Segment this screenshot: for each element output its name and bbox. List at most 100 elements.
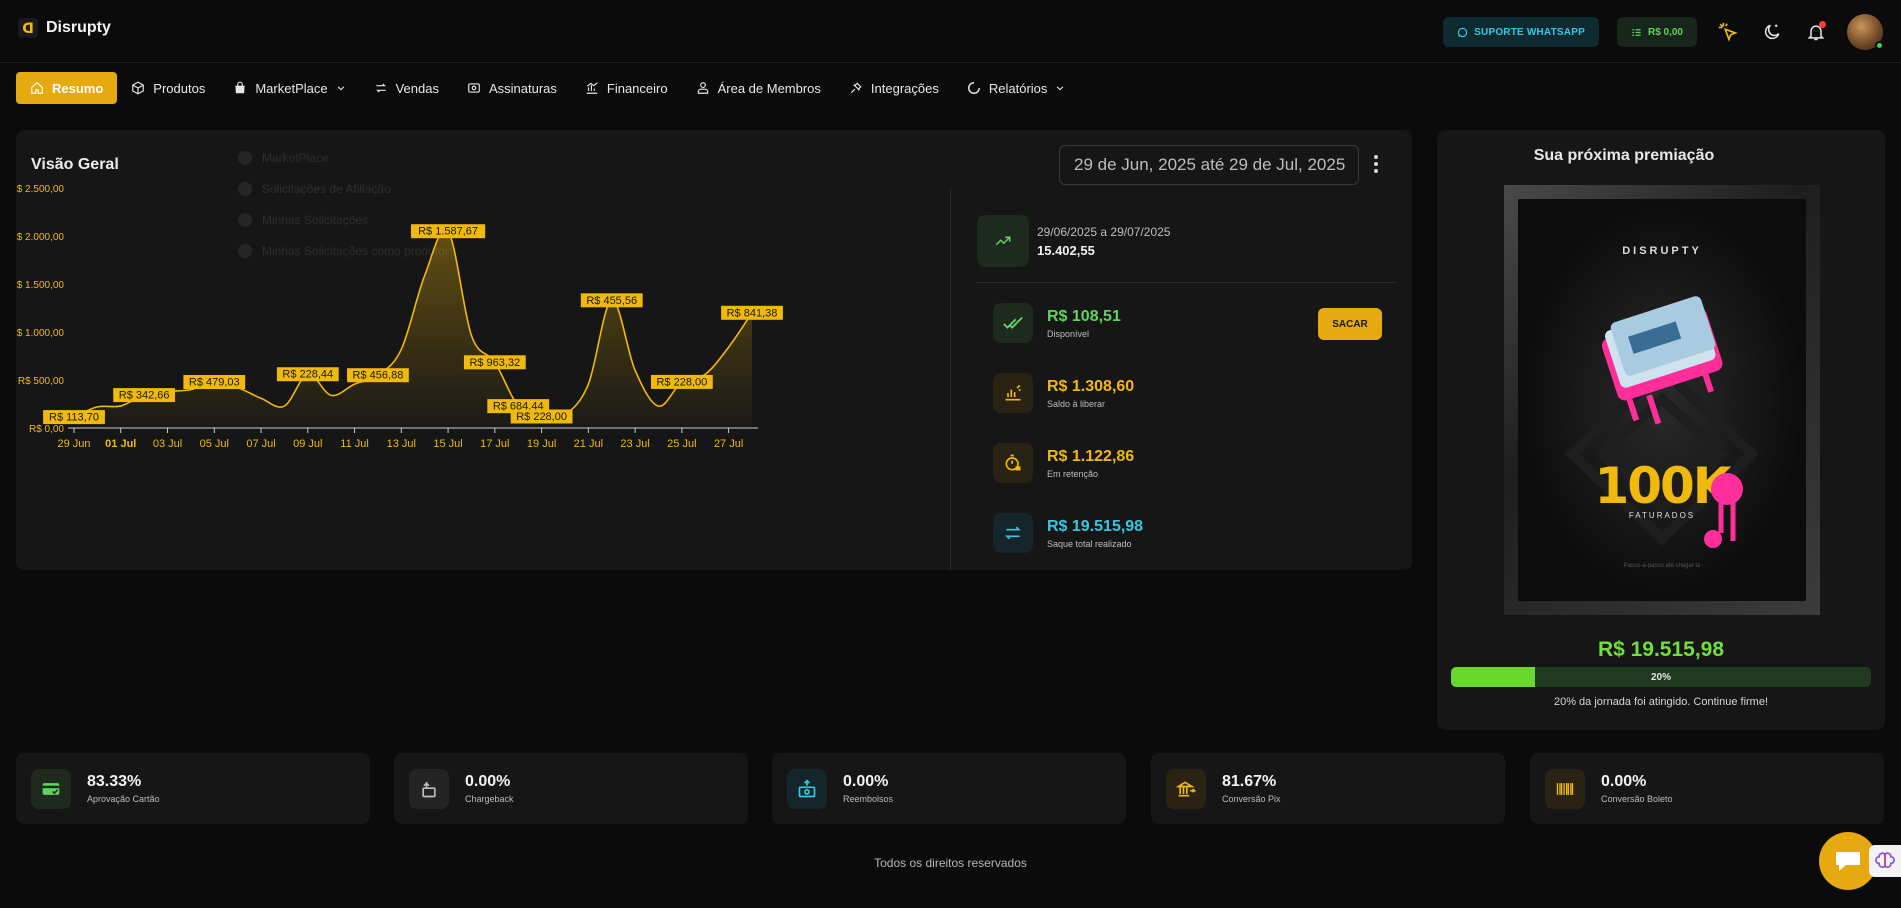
finance-label: Saldo à liberar — [1047, 398, 1106, 409]
metric-value: 83.33% — [87, 773, 142, 790]
finance-to-release: R$ 1.308,60 Saldo à liberar — [993, 373, 1134, 413]
period-total: 15.402,55 — [1037, 242, 1095, 258]
nav-label: Área de Membros — [717, 80, 821, 96]
nav-marketplace[interactable]: MarketPlace — [219, 72, 359, 104]
y-tick-label: R$ 2.000,00 — [16, 232, 64, 243]
plug-icon — [850, 82, 862, 94]
x-tick-label: 03 Jul — [153, 438, 182, 450]
award-plaque-inner: DISRUPTY 100K FATURADOS Passo-a-passo at… — [1518, 199, 1806, 601]
metric-value: 0.00% — [465, 773, 511, 790]
overview-card: Visão Geral MarketPlace Solicitações de … — [16, 130, 1412, 570]
trend-up-icon — [995, 236, 1011, 246]
timer-lock-icon — [993, 443, 1033, 483]
footer-copyright: Todos os direitos reservados — [874, 856, 1027, 870]
award-title: Sua próxima premiação — [1533, 147, 1715, 164]
click-effects-button[interactable] — [1715, 19, 1741, 45]
nav-produtos[interactable]: Produtos — [117, 72, 219, 104]
metric-label: Conversão Pix — [1222, 794, 1281, 804]
nav-relatorios[interactable]: Relatórios — [953, 72, 1080, 104]
report-circle-icon — [967, 82, 980, 94]
theme-toggle-button[interactable] — [1759, 19, 1785, 45]
data-label: R$ 113,70 — [49, 412, 99, 424]
double-check-icon — [993, 303, 1033, 343]
period-summary: 29/06/2025 a 29/07/2025 15.402,55 — [977, 215, 1170, 267]
data-label: R$ 456,88 — [353, 370, 404, 382]
nav-label: Assinaturas — [488, 80, 557, 96]
x-tick-label: 29 Jun — [57, 438, 90, 450]
nav-area-de-membros[interactable]: Área de Membros — [682, 72, 835, 104]
hand-coins-icon — [993, 373, 1033, 413]
x-tick-label: 05 Jul — [200, 438, 229, 450]
data-label: R$ 228,00 — [516, 411, 567, 423]
finance-label: Saque total realizado — [1047, 538, 1132, 549]
next-award-card: Sua próxima premiação DISRUPTY 100K FATU… — [1437, 130, 1885, 730]
award-subheadline: FATURADOS — [1628, 511, 1696, 520]
finance-label: Em retenção — [1047, 468, 1099, 479]
award-note: 20% da jornada foi atingido. Continue fi… — [1553, 696, 1769, 708]
barcode-icon — [1545, 768, 1585, 809]
nav-assinaturas[interactable]: Assinaturas — [453, 72, 571, 104]
notification-dot — [1819, 21, 1826, 28]
main-nav: Resumo Produtos MarketPlace Vendas Assin… — [16, 72, 1079, 104]
data-label: R$ 1.587,67 — [418, 226, 478, 238]
finance-value: R$ 19.515,98 — [1047, 517, 1144, 535]
award-progress-bar: 20% — [1451, 667, 1871, 687]
finance-value: R$ 1.122,86 — [1047, 447, 1135, 465]
chat-bubble-icon — [1836, 852, 1860, 871]
credit-card-check-icon — [31, 768, 71, 809]
progress-label: 20% — [1650, 671, 1671, 683]
brand-name: Disrupty — [46, 19, 111, 36]
whatsapp-support-button[interactable]: SUPORTE WHATSAPP — [1443, 17, 1599, 47]
metric-card-refunds: 0.00% Reembolsos — [772, 753, 1126, 824]
nav-integracoes[interactable]: Integrações — [835, 72, 953, 104]
balance-label: R$ 0,00 — [1647, 26, 1683, 38]
data-label: R$ 455,56 — [586, 295, 637, 307]
shopping-bag-icon — [235, 81, 246, 94]
moon-stars-icon — [1764, 24, 1780, 40]
user-avatar[interactable] — [1847, 14, 1884, 50]
date-range-picker[interactable]: 29 de Jun, 2025 até 29 de Jul, 2025 — [1059, 145, 1359, 185]
members-icon — [697, 82, 708, 94]
kebab-dot — [1374, 155, 1378, 159]
finance-value: R$ 108,51 — [1047, 307, 1121, 325]
kebab-dot — [1374, 162, 1378, 166]
nav-financeiro[interactable]: Financeiro — [571, 72, 682, 104]
metric-value: 81.67% — [1222, 773, 1277, 790]
metric-label: Aprovação Cartão — [87, 794, 160, 804]
y-tick-label: R$ 0,00 — [29, 424, 64, 435]
nav-label: MarketPlace — [255, 80, 328, 96]
divider — [950, 188, 951, 570]
withdraw-button[interactable]: SACAR — [1318, 308, 1382, 340]
x-tick-label: 07 Jul — [246, 438, 275, 450]
x-tick-label: 25 Jul — [667, 438, 696, 450]
refund-icon — [787, 768, 827, 809]
home-icon — [31, 81, 43, 94]
metric-card-pix: 81.67% Conversão Pix — [1151, 753, 1505, 824]
nav-resumo[interactable]: Resumo — [16, 72, 118, 104]
money-stack-icon — [1601, 296, 1723, 425]
balance-button[interactable]: R$ 0,00 — [1616, 17, 1697, 47]
metric-label: Conversão Boleto — [1601, 794, 1673, 804]
finance-withdrawn-total: R$ 19.515,98 Saque total realizado — [993, 513, 1143, 553]
box-icon — [132, 81, 145, 95]
nav-label: Relatórios — [988, 80, 1048, 96]
y-tick-label: R$ 1.500,00 — [16, 280, 64, 291]
more-options-button[interactable] — [1366, 152, 1386, 176]
arrows-swap-icon — [375, 83, 386, 93]
finance-retention: R$ 1.122,86 Em retenção — [993, 443, 1134, 483]
notifications-button[interactable] — [1803, 19, 1829, 45]
y-tick-label: R$ 500,00 — [18, 376, 65, 387]
nav-label: Resumo — [52, 80, 104, 96]
metric-value: 0.00% — [843, 773, 889, 790]
metric-label: Reembolsos — [843, 794, 894, 804]
x-tick-label: 13 Jul — [387, 438, 416, 450]
brand-logo[interactable]: ᗡ Disrupty — [18, 18, 111, 38]
transfer-icon — [993, 513, 1033, 553]
ai-assistant-button[interactable] — [1869, 845, 1901, 877]
nav-vendas[interactable]: Vendas — [360, 72, 453, 104]
x-tick-label: 17 Jul — [480, 438, 509, 450]
data-label: R$ 841,38 — [727, 307, 778, 319]
y-tick-label: R$ 1.000,00 — [16, 328, 64, 339]
nav-label: Financeiro — [606, 80, 668, 96]
whatsapp-icon — [1457, 27, 1468, 37]
